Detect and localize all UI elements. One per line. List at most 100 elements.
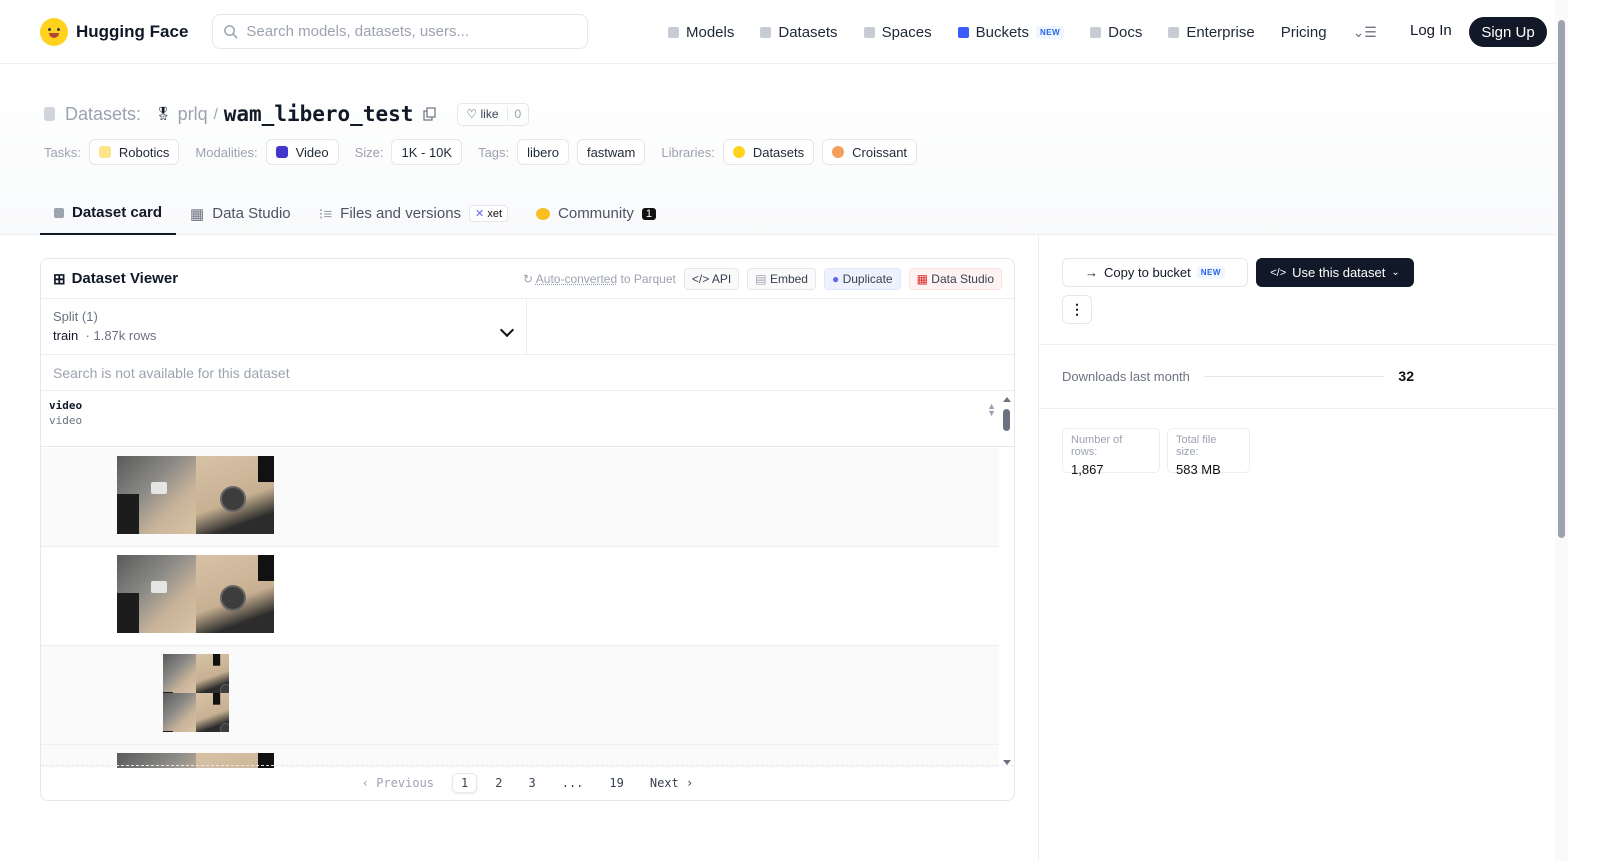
duplicate-icon: ● [831,271,840,286]
nav-more-menu[interactable]: ⌄☰ [1353,24,1377,41]
table-row[interactable] [41,547,999,646]
viewer-search: Search is not available for this dataset [41,355,1014,391]
new-badge: NEW [1035,25,1065,39]
viewer-actions: ↻ Auto-converted to Parquet </> API ▤ Em… [523,267,1002,290]
brand-name: Hugging Face [76,21,189,41]
embed-button[interactable]: ▤ Embed [747,267,816,290]
login-link[interactable]: Log In [1410,22,1452,39]
enterprise-icon [1168,26,1180,38]
dataset-icon [44,107,55,121]
library-chip-datasets[interactable]: Datasets [722,139,815,165]
page-scrollbar[interactable] [1555,0,1568,861]
page-3-button[interactable]: 3 [520,774,543,792]
tab-community[interactable]: Community 1 [522,192,670,235]
tags-label: Tags: [478,144,510,160]
page-ellipsis: ... [561,776,584,790]
table-icon: ⊞ [53,270,66,288]
repo-owner-link[interactable]: prlq [178,104,208,125]
duplicate-button[interactable]: ● Duplicate [823,267,901,290]
signup-button[interactable]: Sign Up [1469,17,1547,47]
split-dot: · [81,328,94,343]
tab-data-studio[interactable]: ▦ Data Studio [176,192,305,235]
page-scroll-thumb[interactable] [1558,20,1565,538]
code-icon: </> [1270,266,1287,279]
database-icon [760,26,772,38]
column-type: video [49,414,83,427]
nav-spaces[interactable]: Spaces [863,24,932,41]
embed-icon: ▤ [755,271,767,286]
sidebar-separator [1039,408,1555,409]
table-row[interactable] [41,646,999,745]
copy-to-bucket-button[interactable]: → Copy to bucket NEW [1062,258,1248,287]
scroll-thumb[interactable] [1003,409,1010,431]
viewer-scrollbar[interactable] [1002,395,1012,765]
modality-chip-video[interactable]: Video [265,139,339,165]
video-thumbnail[interactable] [117,456,274,534]
to-parquet-text: to Parquet [617,271,676,286]
libraries-label: Libraries: [661,144,715,160]
community-icon [536,207,551,220]
next-page-button[interactable]: Next › [642,774,701,792]
repo-name[interactable]: wam_libero_test [224,102,414,126]
auto-converted-link[interactable]: Auto-converted [536,272,617,286]
video-frame-right [196,654,229,693]
refresh-icon: ↻ [523,271,534,286]
sort-icon[interactable]: ▲ ▼ [987,402,996,418]
next-label: Next [649,776,679,790]
previous-label: Previous [376,776,435,790]
column-header-video[interactable]: video video ▲ ▼ [41,391,1014,447]
nav-docs[interactable]: Docs [1090,24,1142,41]
search-input[interactable]: Search models, datasets, users... [212,14,589,49]
library-chip-croissant[interactable]: Croissant [822,139,918,165]
page-1-button[interactable]: 1 [452,773,478,793]
like-label: ♡ like [458,107,506,121]
tab-dataset-card[interactable]: Dataset card [40,192,177,235]
owner-avatar-icon: 🎖 [155,106,172,121]
sidebar-divider [1038,235,1039,861]
more-options-button[interactable]: ⋮ [1062,295,1092,324]
files-icon: ⁝≡ [318,205,333,223]
sidebar-separator [1039,344,1555,345]
task-chip-robotics[interactable]: Robotics [88,139,180,165]
nav-models[interactable]: Models [668,24,734,41]
tag-chip-fastwam[interactable]: fastwam [576,139,646,165]
use-this-dataset-button[interactable]: </> Use this dataset ⌄ [1256,258,1414,287]
video-thumbnail[interactable] [163,654,229,732]
page-2-button[interactable]: 2 [487,774,510,792]
code-icon: </> [691,271,710,286]
like-button[interactable]: ♡ like 0 [457,102,530,126]
nav-datasets[interactable]: Datasets [760,24,838,41]
auto-converted-note[interactable]: ↻ Auto-converted to Parquet [523,272,676,286]
data-studio-button[interactable]: ▦ Data Studio [908,267,1002,290]
nav-docs-label: Docs [1108,23,1143,41]
previous-page-button[interactable]: ‹ Previous [354,774,442,792]
embed-label: Embed [769,271,808,286]
api-button[interactable]: </> API [683,267,740,290]
video-thumbnail[interactable] [117,555,274,633]
cube-icon [668,26,679,38]
scroll-up-arrow-icon[interactable] [1003,397,1011,402]
tag-chip-libero[interactable]: libero [517,139,569,165]
table-row[interactable] [41,448,999,547]
hugging-face-icon [732,146,745,158]
viewer-title: ⊞ Dataset Viewer [53,270,178,288]
nav-buckets[interactable]: Buckets NEW [957,24,1065,41]
size-label: Size: [354,144,384,160]
search-placeholder: Search models, datasets, users... [246,23,470,40]
menu-icon: ⌄☰ [1352,23,1377,40]
nav-enterprise[interactable]: Enterprise [1168,24,1255,41]
copy-icon[interactable] [423,107,437,121]
nav-pricing[interactable]: Pricing [1281,24,1327,41]
tab-files-and-versions[interactable]: ⁝≡ Files and versions ✕ xet [305,192,522,235]
rows-stat-value: 1,867 [1071,462,1104,477]
like-text: like [480,107,499,121]
size-chip[interactable]: 1K - 10K [391,139,463,165]
pagination: ‹ Previous 1 2 3 ... 19 Next › [41,765,1014,800]
page-19-button[interactable]: 19 [601,774,631,792]
brand-link[interactable]: Hugging Face [40,17,189,46]
downloads-sparkline [1203,375,1385,377]
viewer-rows [41,448,999,768]
repo-title: Datasets: 🎖 prlq / wam_libero_test ♡ lik… [44,102,530,126]
split-select[interactable]: Split (1) train · 1.87k rows [41,299,527,354]
hugging-face-logo-icon [40,17,68,46]
